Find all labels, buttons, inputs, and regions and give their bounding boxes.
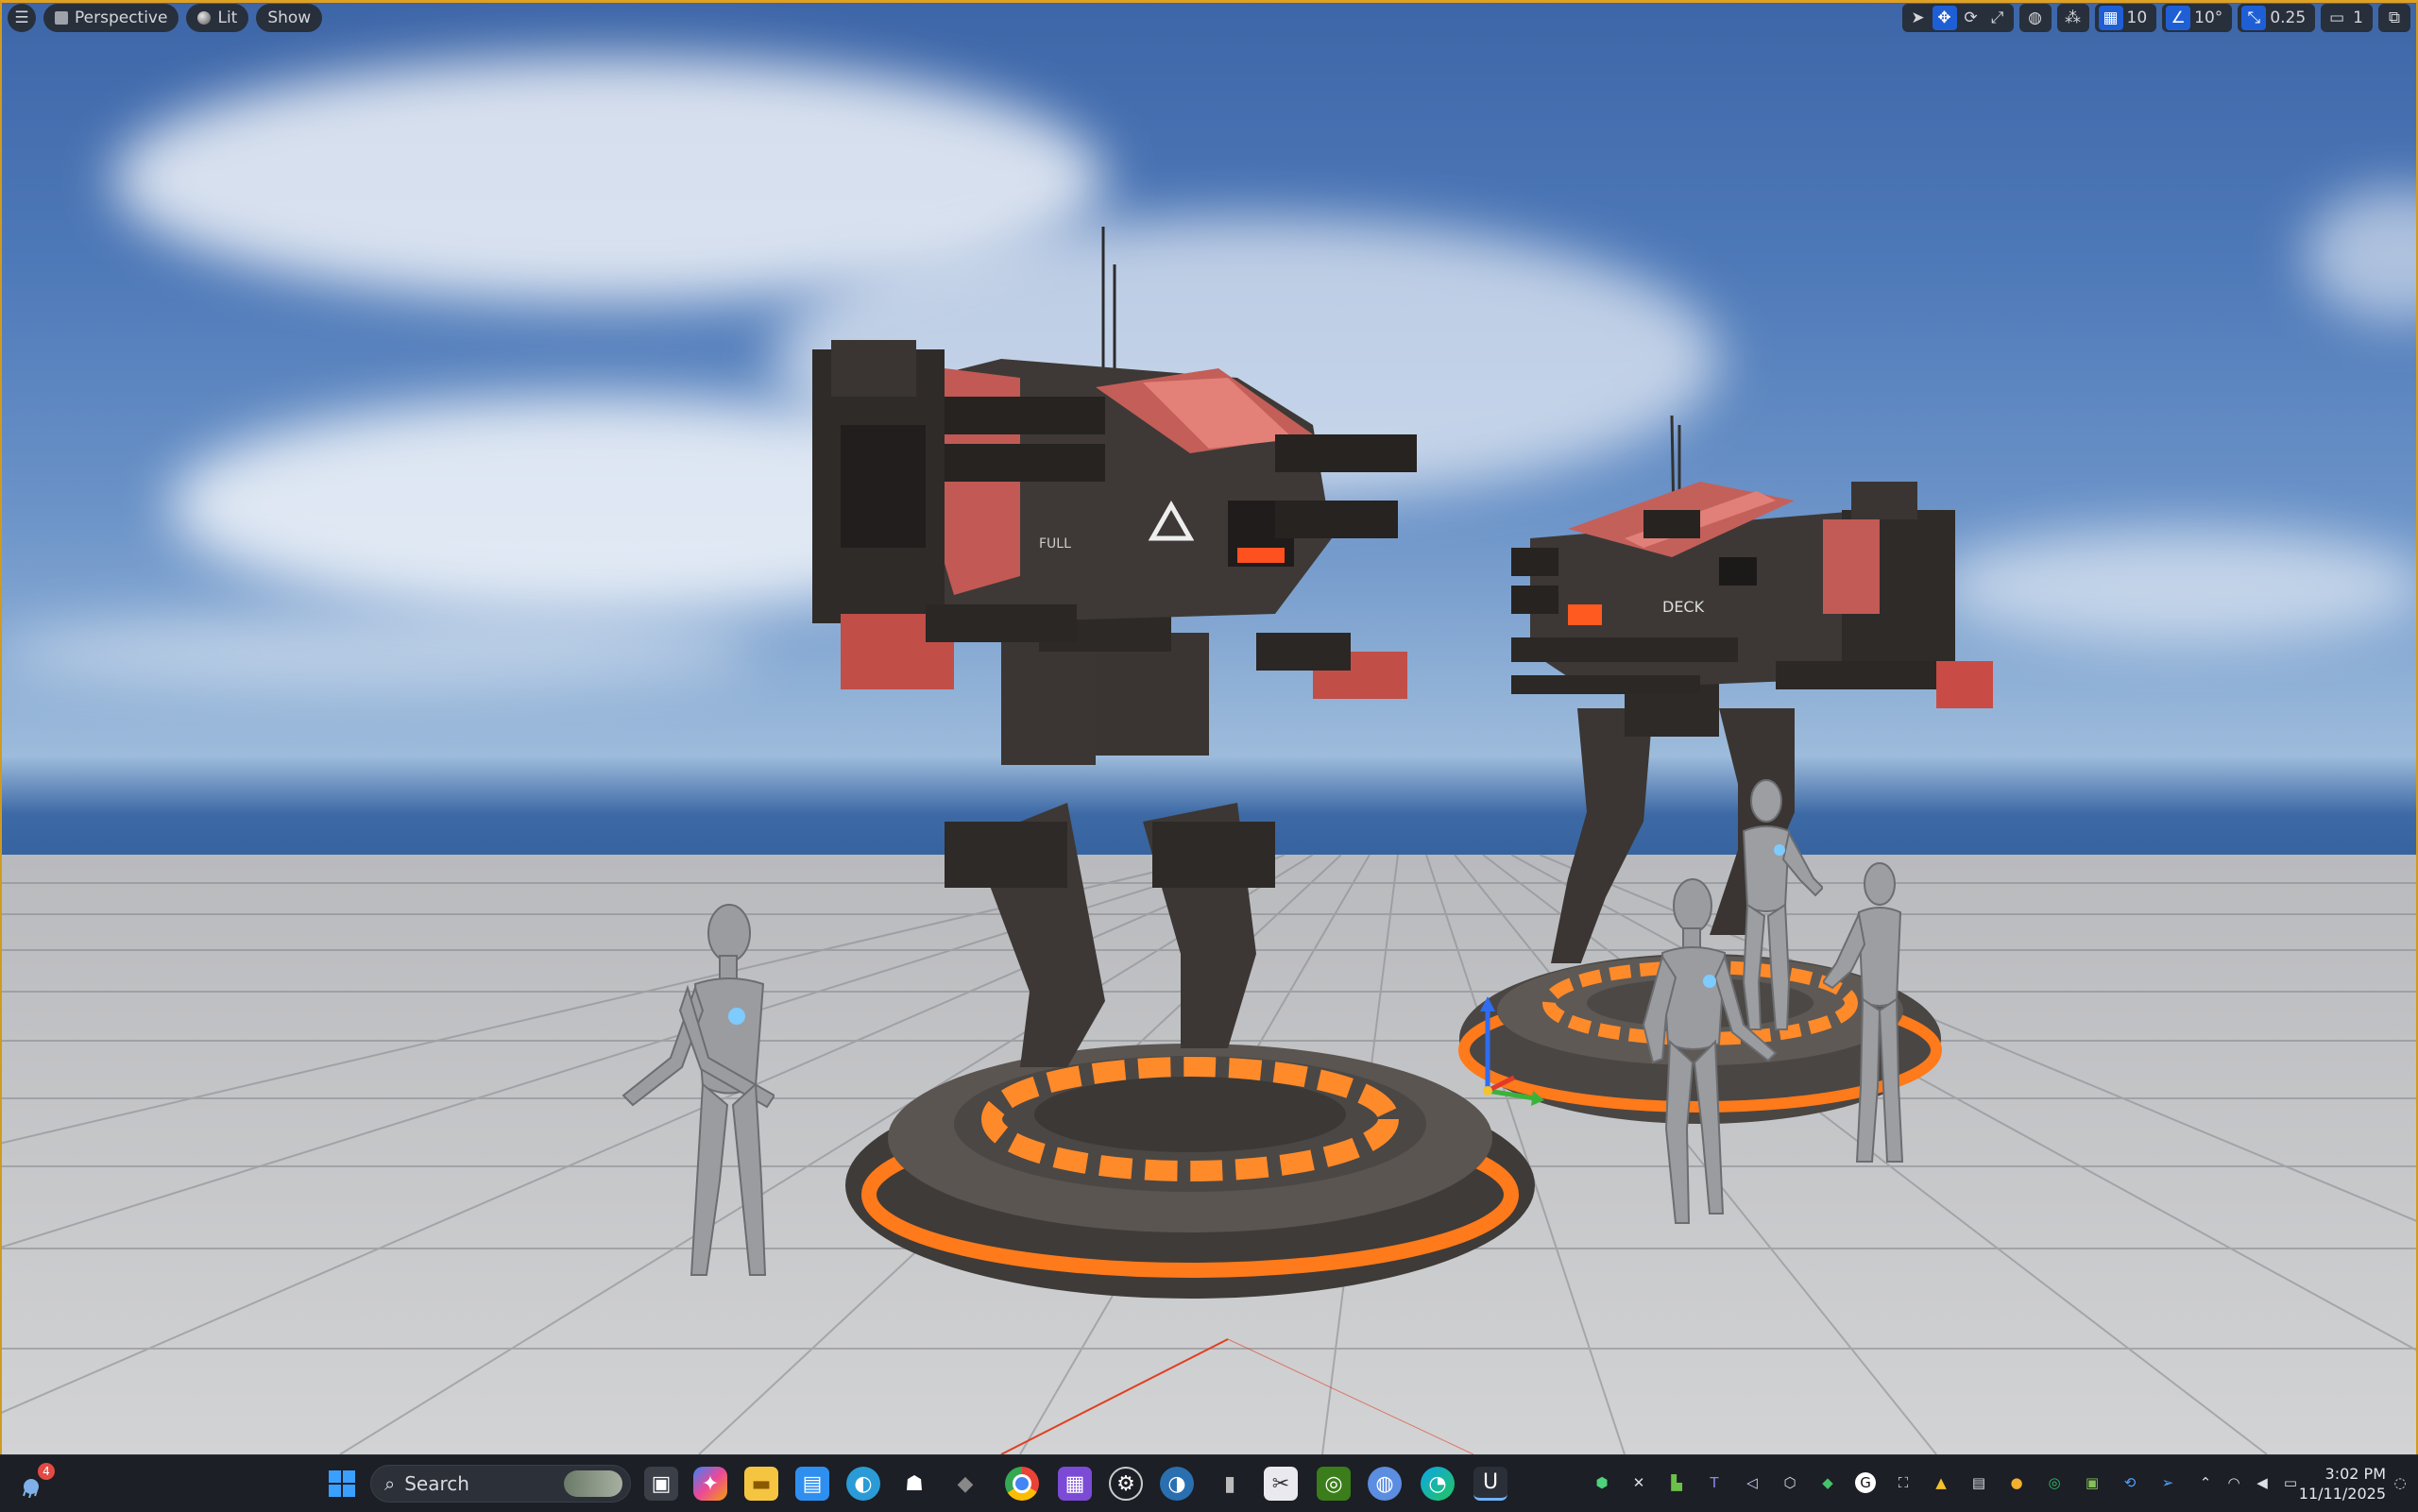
scale-snap-group[interactable]: ⤡ 0.25 bbox=[2238, 4, 2316, 32]
file-explorer-icon[interactable]: ▬ bbox=[744, 1467, 778, 1501]
mannequin-right[interactable] bbox=[1823, 859, 1936, 1171]
copilot-icon[interactable]: ✦ bbox=[693, 1467, 727, 1501]
tray-app-17[interactable]: ⌃ bbox=[2195, 1472, 2216, 1493]
globe-icon[interactable]: ◍ bbox=[1368, 1467, 1402, 1501]
tray-app-6[interactable]: ⬡ bbox=[1779, 1472, 1800, 1493]
browser-icon[interactable]: ◐ bbox=[846, 1467, 880, 1501]
rotation-snap-group[interactable]: ∠ 10° bbox=[2162, 4, 2233, 32]
hamburger-icon: ☰ bbox=[14, 8, 29, 27]
app-icon[interactable]: ◆ bbox=[948, 1467, 982, 1501]
world-space-icon[interactable]: ◍ bbox=[2023, 6, 2048, 30]
front-mech-decal: FULL bbox=[1039, 536, 1071, 552]
front-mech-platform[interactable] bbox=[831, 1029, 1549, 1313]
wifi-icon[interactable]: ◠ bbox=[2223, 1472, 2244, 1493]
transform-tools: ➤ ✥ ⟳ ⤢ bbox=[1901, 4, 2014, 32]
maximize-viewport-icon[interactable]: ⧉ bbox=[2382, 6, 2407, 30]
lit-label: Lit bbox=[217, 8, 238, 27]
app-icon-2[interactable]: ◑ bbox=[1160, 1467, 1194, 1501]
viewport-menu-button[interactable]: ☰ bbox=[8, 4, 36, 32]
tray-app-15[interactable]: ⟲ bbox=[2120, 1472, 2140, 1493]
tray-app-12[interactable]: ● bbox=[2006, 1472, 2027, 1493]
tray-app-3[interactable]: ▙ bbox=[1666, 1472, 1687, 1493]
grid-snap-icon[interactable]: ▦ bbox=[2098, 6, 2123, 30]
unreal-engine-icon[interactable]: U bbox=[1473, 1467, 1507, 1501]
chrome-icon[interactable] bbox=[1005, 1467, 1039, 1501]
tray-app-11[interactable]: ▤ bbox=[1968, 1472, 1989, 1493]
perspective-button[interactable]: Perspective bbox=[43, 4, 179, 32]
scale-snap-value[interactable]: 0.25 bbox=[2268, 8, 2311, 27]
grammarly-icon[interactable]: G bbox=[1855, 1472, 1876, 1493]
grid-snap-value[interactable]: 10 bbox=[2125, 8, 2154, 27]
surface-snap-group: ⁂ bbox=[2056, 4, 2089, 32]
system-clock[interactable]: 3:02 PM 11/11/2025 bbox=[2299, 1464, 2386, 1504]
tray-app-10[interactable]: ▲ bbox=[1931, 1472, 1951, 1493]
tray-app-9[interactable]: ⛶ bbox=[1893, 1472, 1914, 1493]
nvidia-icon[interactable]: ◎ bbox=[1317, 1467, 1351, 1501]
rotate-tool-icon[interactable]: ⟳ bbox=[1959, 6, 1984, 30]
mannequin-left[interactable] bbox=[604, 897, 775, 1332]
tray-app-16[interactable]: ➢ bbox=[2157, 1472, 2178, 1493]
scale-snap-icon[interactable]: ⤡ bbox=[2241, 6, 2267, 30]
front-mech[interactable]: FULL bbox=[784, 217, 1464, 1067]
battery-icon[interactable]: ▭ bbox=[2280, 1472, 2301, 1493]
xbox-icon[interactable]: ✕ bbox=[1628, 1472, 1649, 1493]
steam-icon[interactable]: ⚙ bbox=[1109, 1467, 1143, 1501]
tray-app-13[interactable]: ◎ bbox=[2044, 1472, 2065, 1493]
tray-app-1[interactable]: ⬢ bbox=[1592, 1472, 1612, 1493]
clock-time: 3:02 PM bbox=[2324, 1465, 2386, 1483]
search-icon: ⌕ bbox=[384, 1472, 396, 1495]
coordinate-space-group: ◍ bbox=[2018, 4, 2052, 32]
search-placeholder: Search bbox=[404, 1472, 469, 1495]
rotation-snap-icon[interactable]: ∠ bbox=[2166, 6, 2191, 30]
show-button[interactable]: Show bbox=[256, 4, 323, 32]
level-viewport[interactable]: DECK FULL ☰ Perspective Lit Show ➤ ✥ ⟳ ⤢… bbox=[0, 0, 2418, 1454]
tray-app-7[interactable]: ◆ bbox=[1817, 1472, 1838, 1493]
surface-snap-icon[interactable]: ⁂ bbox=[2061, 6, 2086, 30]
camera-speed-group[interactable]: ▭ 1 bbox=[2321, 4, 2373, 32]
edge-icon[interactable]: ◔ bbox=[1421, 1467, 1455, 1501]
start-icon[interactable] bbox=[325, 1467, 359, 1501]
clock-date: 11/11/2025 bbox=[2298, 1485, 2386, 1503]
cube-icon bbox=[55, 11, 68, 25]
maximize-group: ⧉ bbox=[2378, 4, 2410, 32]
microsoft-store-icon[interactable]: ▤ bbox=[795, 1467, 829, 1501]
select-tool-icon[interactable]: ➤ bbox=[1906, 6, 1931, 30]
rear-mech-decal: DECK bbox=[1662, 598, 1705, 616]
media-icon[interactable]: ▦ bbox=[1058, 1467, 1092, 1501]
volume-icon[interactable]: ◀ bbox=[2252, 1472, 2273, 1493]
alienware-icon[interactable]: ☗ bbox=[897, 1467, 931, 1501]
scale-tool-icon[interactable]: ⤢ bbox=[1985, 6, 2010, 30]
tray-app-14[interactable]: ▣ bbox=[2082, 1472, 2103, 1493]
viewport-toolbar-left: ☰ Perspective Lit Show bbox=[8, 4, 323, 32]
task-view-icon[interactable]: ▣ bbox=[644, 1467, 678, 1501]
viewport-toolbar-right: ➤ ✥ ⟳ ⤢ ◍ ⁂ ▦ 10 ∠ 10° ⤡ 0.25 ▭ 1 ⧉ bbox=[1901, 4, 2410, 32]
snipping-icon[interactable]: ✂ bbox=[1264, 1467, 1298, 1501]
teams-icon[interactable]: T bbox=[1704, 1472, 1725, 1493]
search-highlight-icon bbox=[564, 1470, 622, 1497]
windows-taskbar: 4 ⌕ Search ▣ ✦ ▬ ▤ ◐ ☗ ◆ ▦ ⚙ ◑ ▮ ✂ ◎ ◍ ◔… bbox=[0, 1454, 2418, 1512]
storage-icon[interactable]: ▮ bbox=[1213, 1467, 1247, 1501]
notification-badge: 4 bbox=[38, 1463, 55, 1480]
camera-speed-icon[interactable]: ▭ bbox=[2324, 6, 2349, 30]
taskbar-search[interactable]: ⌕ Search bbox=[370, 1465, 631, 1503]
camera-speed-value[interactable]: 1 bbox=[2351, 8, 2369, 27]
show-label: Show bbox=[267, 8, 312, 27]
mannequin-rear[interactable] bbox=[1710, 774, 1823, 1039]
grid-snap-group[interactable]: ▦ 10 bbox=[2094, 4, 2157, 32]
perspective-label: Perspective bbox=[75, 8, 168, 27]
lit-sphere-icon bbox=[197, 11, 212, 25]
view-mode-button[interactable]: Lit bbox=[186, 4, 249, 32]
rotation-snap-value[interactable]: 10° bbox=[2192, 8, 2228, 27]
translate-tool-icon[interactable]: ✥ bbox=[1932, 6, 1957, 30]
transform-gizmo[interactable] bbox=[1459, 996, 1544, 1110]
visual-studio-icon[interactable]: ◁ bbox=[1742, 1472, 1762, 1493]
notification-center-icon[interactable]: ◌ bbox=[2390, 1472, 2410, 1493]
